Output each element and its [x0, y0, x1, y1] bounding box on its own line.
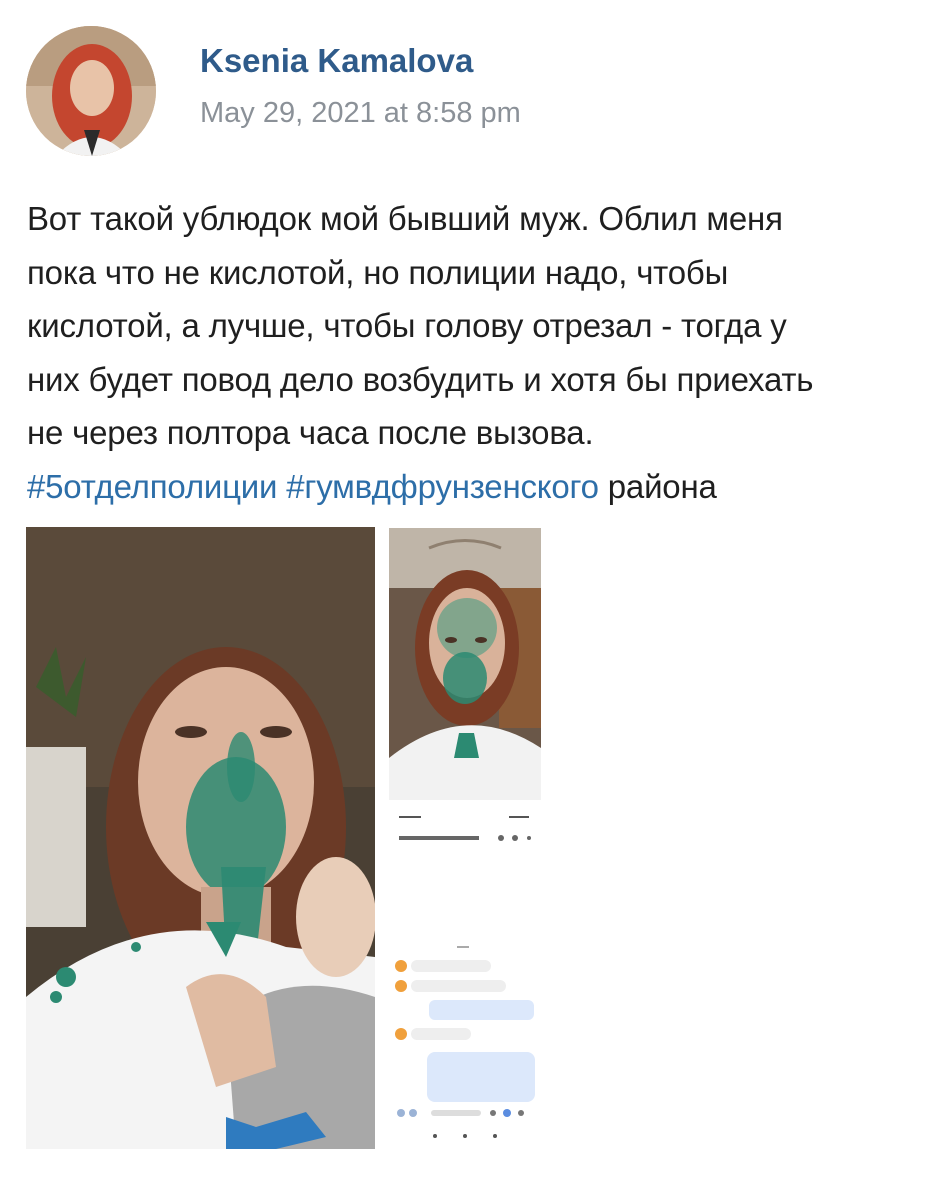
photo-woman-green-face-icon [26, 527, 375, 1149]
post-text-tail: района [607, 467, 717, 505]
hashtag-link[interactable]: #5отделполиции [27, 468, 277, 505]
photo-phone-screenshot-messages-icon [389, 800, 541, 1149]
post-text-line: не через полтора часа после вызова. [27, 414, 594, 451]
author-name[interactable]: Ksenia Kamalova [200, 42, 473, 80]
post-photo-3[interactable] [389, 800, 541, 1149]
avatar-photo-icon [26, 26, 156, 156]
post-text: Вот такой ублюдок мой бывший муж. Облил … [27, 192, 932, 513]
post-photo-1[interactable] [26, 527, 375, 1149]
post-text-line: Вот такой ублюдок мой бывший муж. Облил … [27, 200, 783, 237]
post-text-line-hashtags: #5отделполиции #гумвдфрунзенского района [27, 460, 932, 514]
post-text-line: пока что не кислотой, но полиции надо, ч… [27, 253, 729, 291]
post-photo-2[interactable] [389, 528, 541, 800]
post-text-line: кислотой, а лучше, чтобы голову отрезал … [27, 307, 787, 344]
photo-woman-green-face-close-icon [389, 528, 541, 800]
post-date[interactable]: May 29, 2021 at 8:58 pm [200, 97, 521, 130]
post-text-line: них будет повод дело возбудить и хотя бы… [27, 360, 814, 398]
hashtag-link[interactable]: #гумвдфрунзенского [286, 468, 599, 505]
avatar[interactable] [26, 26, 156, 156]
